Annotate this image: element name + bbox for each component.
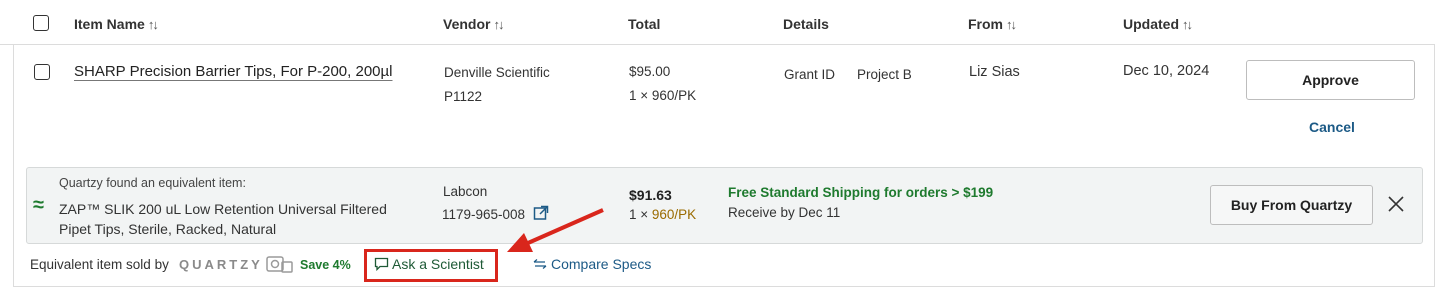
column-item-name-label: Item Name xyxy=(74,16,145,32)
column-total: Total xyxy=(628,16,661,32)
requested-by: Liz Sias xyxy=(969,64,1020,80)
sort-icon[interactable]: ↑↓ xyxy=(493,17,504,32)
equivalent-qty-unit: 960/PK xyxy=(651,207,697,222)
column-updated[interactable]: Updated ↑↓ xyxy=(1123,16,1193,32)
sort-icon[interactable]: ↑↓ xyxy=(1006,17,1017,32)
item-total: $95.00 xyxy=(629,64,671,79)
column-from[interactable]: From ↑↓ xyxy=(968,16,1017,32)
select-all-checkbox[interactable] xyxy=(33,15,49,31)
equivalent-icon: ≈ xyxy=(33,194,44,216)
savings-badge: Save 4% xyxy=(300,258,351,272)
quartzy-wordmark: QUARTZY xyxy=(179,257,263,272)
equivalent-sold-by-text: Equivalent item sold by xyxy=(30,257,169,272)
ask-a-scientist-link[interactable]: Ask a Scientist xyxy=(374,256,484,272)
item-name-link[interactable]: SHARP Precision Barrier Tips, For P-200,… xyxy=(74,63,393,80)
equivalent-price: $91.63 xyxy=(629,187,672,203)
cancel-link[interactable]: Cancel xyxy=(1309,119,1355,135)
equivalent-vendor: Labcon xyxy=(443,184,488,199)
compare-specs-label: Compare Specs xyxy=(551,256,652,272)
column-vendor[interactable]: Vendor ↑↓ xyxy=(443,16,504,32)
receive-by: Receive by Dec 11 xyxy=(728,205,841,220)
catalog-number: P1122 xyxy=(444,89,483,104)
quartzy-logo-icon xyxy=(266,256,293,273)
updated-date: Dec 10, 2024 xyxy=(1123,63,1210,79)
item-quantity: 1 × 960/PK xyxy=(629,88,697,103)
vendor-name: Denville Scientific xyxy=(444,65,550,80)
column-vendor-label: Vendor xyxy=(443,16,491,32)
column-updated-label: Updated xyxy=(1123,16,1179,32)
column-from-label: From xyxy=(968,16,1003,32)
details-project: Project B xyxy=(857,67,912,82)
chat-bubble-icon xyxy=(374,257,389,271)
equivalent-found-text: Quartzy found an equivalent item: xyxy=(59,176,246,190)
sort-icon[interactable]: ↑↓ xyxy=(148,17,159,32)
compare-specs-link[interactable]: Compare Specs xyxy=(533,256,651,272)
details-grant-id: Grant ID xyxy=(784,67,836,82)
column-details: Details xyxy=(783,16,829,32)
swap-arrows-icon xyxy=(533,259,547,269)
external-link-icon[interactable] xyxy=(533,205,549,221)
sort-icon[interactable]: ↑↓ xyxy=(1182,17,1193,32)
shipping-offer: Free Standard Shipping for orders > $199 xyxy=(728,185,994,200)
row-select-checkbox[interactable] xyxy=(34,64,50,80)
buy-from-quartzy-button[interactable]: Buy From Quartzy xyxy=(1210,185,1373,225)
equivalent-qty-prefix: 1 × xyxy=(629,207,652,222)
approve-button[interactable]: Approve xyxy=(1246,60,1415,100)
table-row xyxy=(13,45,1435,287)
column-item-name[interactable]: Item Name ↑↓ xyxy=(74,16,159,32)
table-header: Item Name ↑↓ Vendor ↑↓ Total Details From ↑… xyxy=(0,0,1435,45)
equivalent-item-name: ZAP™ SLIK 200 uL Low Retention Universal… xyxy=(59,201,387,237)
equivalent-quantity: 1 × 960/PK xyxy=(629,207,696,222)
equivalent-catalog: 1179-965-008 xyxy=(442,207,526,222)
ask-a-scientist-label: Ask a Scientist xyxy=(392,256,484,272)
close-icon[interactable] xyxy=(1387,195,1405,213)
